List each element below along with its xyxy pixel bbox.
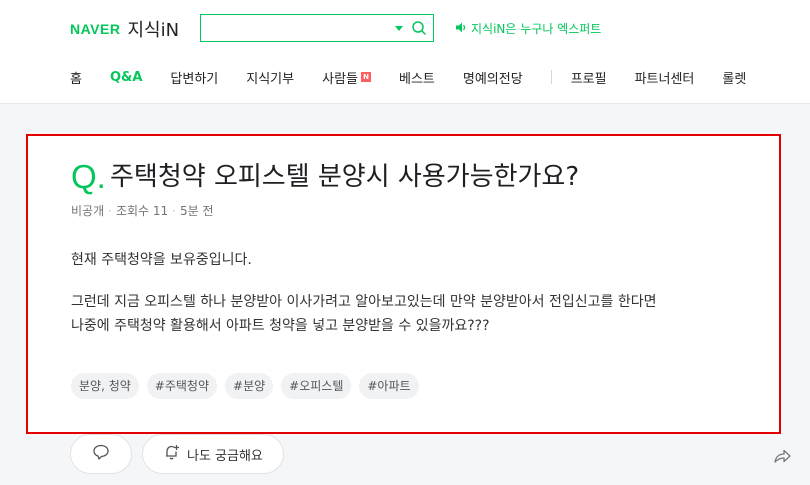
body-line: 그런데 지금 오피스텔 하나 분양받아 이사가려고 알아보고있는데 만약 분양받… <box>71 294 657 310</box>
new-badge: N <box>361 72 371 82</box>
tag[interactable]: #아파트 <box>359 373 419 399</box>
nav-label: 프로필 <box>570 71 607 87</box>
me-too-curious-button[interactable]: 나도 궁금해요 <box>142 434 284 474</box>
nav-hall-of-fame[interactable]: 명예의전당 <box>463 68 523 87</box>
search-dropdown-icon[interactable] <box>395 26 403 31</box>
nav-answer[interactable]: 답변하기 <box>170 68 218 87</box>
nav-label: 지식기부 <box>246 71 295 87</box>
nav-label: 홈 <box>70 71 82 87</box>
promo-text[interactable]: 지식iN은 누구나 엑스퍼트 <box>471 20 601 37</box>
nav-divider <box>550 70 552 84</box>
nav-donation[interactable]: 지식기부 <box>246 68 294 87</box>
tag-list: 분양, 청약 #주택청약 #분양 #오피스텔 #아파트 <box>71 373 427 399</box>
nav-label: 베스트 <box>399 71 435 87</box>
view-count: 조회수 11 <box>115 204 169 218</box>
question-meta: 비공개 · 조회수 11 · 5분 전 <box>71 202 214 219</box>
body-line: 현재 주택청약을 보유중입니다. <box>71 252 252 268</box>
body-line: 나중에 주택청약 활용해서 아파트 청약을 넣고 분양받을 수 있을까요??? <box>71 318 490 334</box>
nav-label: 답변하기 <box>170 71 219 87</box>
nav-label: 롤렛 <box>722 71 747 87</box>
meta-dot: · <box>172 203 176 218</box>
speaker-icon <box>456 22 471 36</box>
meta-dot: · <box>108 203 112 218</box>
share-icon[interactable] <box>772 446 792 470</box>
nav-home[interactable]: 홈 <box>70 68 82 87</box>
search-box[interactable] <box>200 14 434 42</box>
bell-plus-icon <box>163 443 181 465</box>
comment-icon <box>92 443 110 465</box>
search-input[interactable] <box>207 19 391 39</box>
comment-button[interactable] <box>70 434 132 474</box>
header: NAVER 지식iN 지식iN은 누구나 엑스퍼트 홈 Q&A 답변하기 지식기… <box>0 0 810 104</box>
search-icon[interactable] <box>411 20 427 40</box>
question-body: 현재 주택청약을 보유중입니다. 그런데 지금 오피스텔 하나 분양받아 이사가… <box>71 248 761 338</box>
tag[interactable]: #분양 <box>225 373 274 399</box>
main-nav: 홈 Q&A 답변하기 지식기부 사람들 N 베스트 명예의전당 프로필 파트너센터… <box>70 60 774 94</box>
nav-roulette[interactable]: 롤렛 <box>722 68 746 87</box>
tag[interactable]: #주택청약 <box>146 373 218 399</box>
question-card: Q. 주택청약 오피스텔 분양시 사용가능한가요? 비공개 · 조회수 11 ·… <box>26 134 781 434</box>
nav-profile[interactable]: 프로필 <box>571 68 607 87</box>
promo-link[interactable]: 지식iN은 누구나 엑스퍼트 <box>456 20 601 37</box>
post-time: 5분 전 <box>180 204 214 218</box>
me-too-curious-label: 나도 궁금해요 <box>187 448 263 464</box>
tag[interactable]: #오피스텔 <box>281 373 352 399</box>
nav-qna[interactable]: Q&A <box>110 70 142 85</box>
nav-label: 사람들 <box>322 71 358 87</box>
nav-label: 파트너센터 <box>634 71 695 87</box>
nav-label: Q&A <box>109 69 143 85</box>
logo-naver[interactable]: NAVER <box>70 21 120 37</box>
tag[interactable]: 분양, 청약 <box>71 373 139 399</box>
question-title: 주택청약 오피스텔 분양시 사용가능한가요? <box>110 162 580 192</box>
logo-service[interactable]: 지식iN <box>127 16 179 42</box>
question-actions: 나도 궁금해요 <box>70 434 294 474</box>
author: 비공개 <box>71 204 105 218</box>
logo[interactable]: NAVER 지식iN <box>70 14 179 44</box>
nav-label: 명예의전당 <box>462 71 523 87</box>
question-mark: Q. <box>71 158 106 195</box>
nav-people[interactable]: 사람들 N <box>322 68 371 87</box>
nav-partner-center[interactable]: 파트너센터 <box>635 68 695 87</box>
nav-best[interactable]: 베스트 <box>399 68 435 87</box>
